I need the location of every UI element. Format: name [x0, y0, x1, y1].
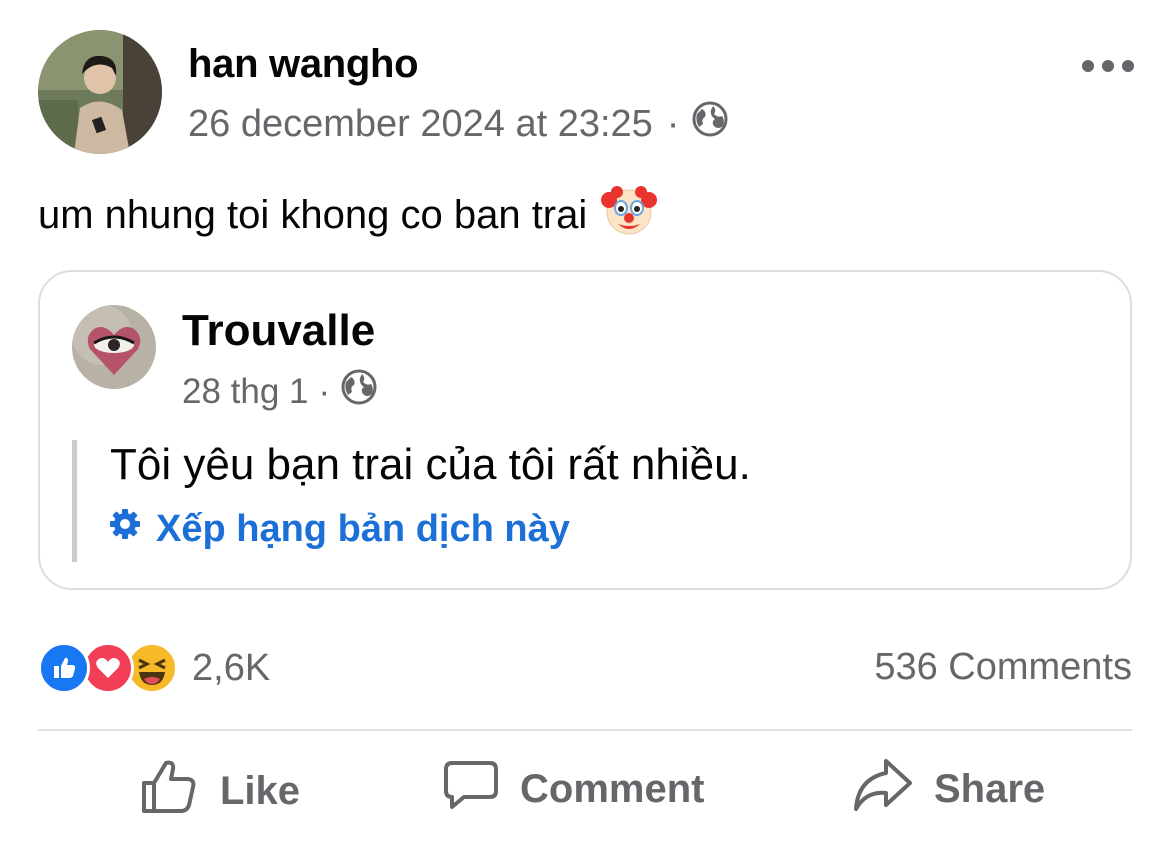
post-text: um nhung toi khong co ban trai	[38, 192, 588, 237]
share-label: Share	[934, 766, 1046, 811]
quote-bar	[72, 440, 77, 562]
reaction-count: 2,6K	[192, 646, 271, 689]
reactions-summary[interactable]: 2,6K	[38, 642, 270, 694]
share-button[interactable]: Share	[852, 755, 1045, 823]
share-arrow-icon	[852, 755, 934, 823]
like-label: Like	[220, 768, 301, 813]
divider	[38, 729, 1132, 731]
meta-separator: ·	[318, 371, 331, 411]
post-body: um nhung toi khong co ban trai	[38, 182, 658, 248]
comment-button[interactable]: Comment	[442, 755, 704, 823]
meta-separator: ·	[666, 102, 680, 145]
globe-icon	[691, 100, 729, 148]
like-button[interactable]: Like	[138, 755, 300, 827]
rate-translation-label: Xếp hạng bản dịch này	[156, 507, 570, 550]
gear-icon	[108, 507, 142, 551]
post-meta: 26 december 2024 at 23:25 ·	[188, 100, 729, 148]
thumbs-up-icon	[138, 755, 220, 827]
author-avatar[interactable]	[38, 30, 162, 154]
comment-bubble-icon	[442, 755, 520, 823]
author-name[interactable]: han wangho	[188, 42, 419, 87]
globe-icon	[340, 368, 378, 415]
post-timestamp[interactable]: 26 december 2024 at 23:25	[188, 103, 653, 146]
shared-post-meta: 28 thg 1 ·	[182, 368, 378, 415]
comment-label: Comment	[520, 766, 705, 811]
shared-post-text: Tôi yêu bạn trai của tôi rất nhiều.	[110, 440, 751, 489]
like-reaction-icon	[38, 642, 90, 694]
clown-emoji-icon	[601, 182, 658, 248]
shared-post-timestamp[interactable]: 28 thg 1	[182, 372, 309, 412]
comments-count[interactable]: 536 Comments	[874, 646, 1132, 689]
rate-translation-link[interactable]: Xếp hạng bản dịch này	[108, 507, 570, 551]
more-dots-icon[interactable]	[1082, 54, 1134, 78]
shared-author-avatar[interactable]	[72, 305, 156, 389]
shared-author-name[interactable]: Trouvalle	[182, 306, 375, 356]
